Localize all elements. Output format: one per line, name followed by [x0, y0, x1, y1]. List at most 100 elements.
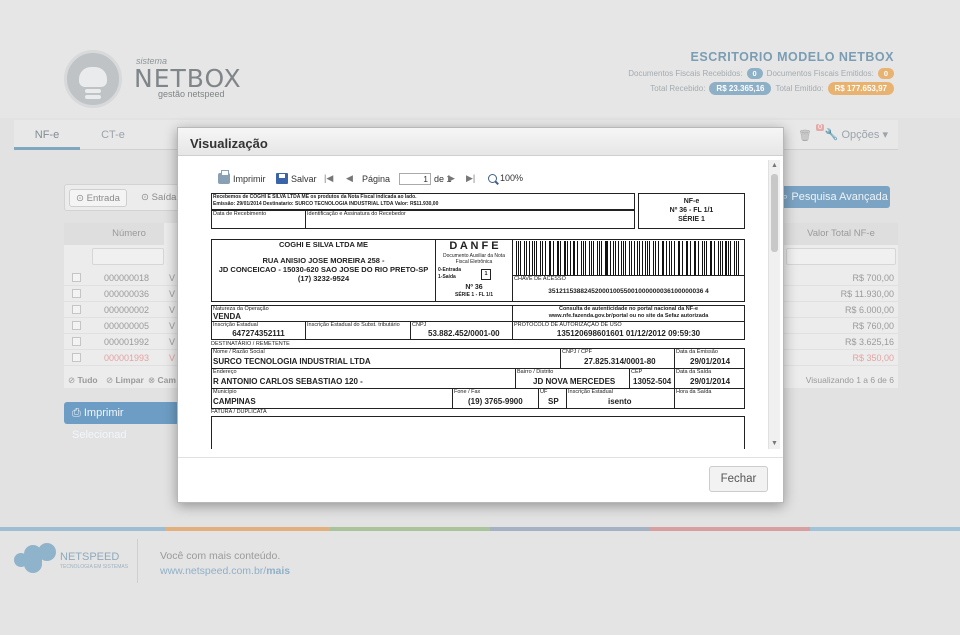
data-saida-value: 29/01/2014	[690, 377, 731, 386]
print-label: Imprimir	[233, 173, 266, 184]
row-valor: R$ 6.000,00	[844, 305, 894, 315]
row-numero: 000000036	[104, 289, 150, 299]
wrench-icon: 🔧	[824, 129, 839, 141]
col-select	[64, 223, 94, 245]
ie-dest-value: isento	[608, 397, 632, 406]
toggle-saida[interactable]: ⊙ Saída	[135, 189, 182, 207]
print-button[interactable]: Imprimir	[218, 170, 266, 184]
tab-cte[interactable]: CT-e	[80, 120, 146, 150]
ie-dest-label: Inscrição Estadual	[568, 389, 613, 395]
zoom-icon	[488, 173, 497, 183]
numero-filter-input[interactable]	[92, 248, 164, 265]
close-button[interactable]: Fechar	[709, 466, 768, 492]
page-input[interactable]: 1	[399, 173, 432, 185]
emitter-phone: (17) 3232-9524	[297, 274, 350, 283]
row-numero: 000001992	[104, 337, 150, 347]
row-checkbox[interactable]	[72, 321, 81, 330]
danfe-serie-fl: SÉRIE 1 - FL 1/1	[455, 292, 493, 298]
barcode-bar	[681, 241, 683, 275]
advanced-search-button[interactable]: ⌕ Pesquisa Avançada	[780, 186, 890, 208]
emitter-address2: JD CONCEICAO - 15030-620 SAO JOSE DO RIO…	[218, 265, 429, 274]
prev-page-icon: ◀	[346, 173, 353, 183]
toggle-entrada[interactable]: ⊙ Entrada	[69, 189, 127, 207]
total-received-label: Total Recebido:	[650, 84, 706, 93]
barcode-bar	[536, 241, 538, 275]
nfe-label: NF-e	[683, 198, 700, 205]
page-nav: Página 1 de 1	[362, 173, 452, 185]
row-checkbox[interactable]	[72, 337, 81, 346]
barcode-bar	[631, 241, 632, 275]
row-valor: R$ 760,00	[852, 321, 894, 331]
barcode-bar	[566, 241, 568, 275]
tudo-label: Tudo	[77, 375, 98, 385]
dest-cnpj-label: CNPJ / CPF	[562, 349, 592, 355]
last-page-button[interactable]: ▶|	[466, 173, 475, 184]
footer-divider	[137, 539, 138, 583]
barcode-bar	[593, 241, 595, 275]
scroll-thumb[interactable]	[771, 174, 778, 252]
row-checkbox[interactable]	[72, 353, 81, 362]
barcode-bar	[525, 241, 527, 275]
select-all-button[interactable]: ⊘ Tudo	[68, 375, 98, 386]
modal-header: Visualização	[178, 128, 783, 156]
trash-icon[interactable]: 🗑	[798, 129, 812, 143]
barcode-bar	[713, 241, 715, 275]
row-numero: 000000005	[104, 321, 150, 331]
options-menu[interactable]: 🔧 Opções ▾	[825, 120, 888, 150]
barcode-bar	[673, 241, 675, 275]
row-valor: R$ 700,00	[852, 273, 894, 283]
viewer-scrollbar[interactable]: ▲ ▼	[768, 160, 780, 449]
columns-button[interactable]: ⊗ Cam	[148, 375, 176, 386]
zoom-button[interactable]: 100%	[488, 173, 523, 183]
ie-value: 647274352111	[232, 329, 285, 338]
zoom-value: 100%	[500, 173, 524, 183]
col-numero[interactable]: Número	[94, 223, 164, 245]
clear-button[interactable]: ⊘ Limpar	[106, 375, 144, 386]
total-issued-value: R$ 177.653,97	[827, 82, 894, 95]
floppy-disk-icon	[276, 173, 288, 184]
bairro-label: Bairro / Distrito	[517, 369, 554, 375]
row-v: V	[169, 305, 176, 315]
prev-page-button[interactable]: ◀	[346, 173, 353, 184]
razao-value: SURCO TECNOLOGIA INDUSTRIAL LTDA	[213, 357, 371, 366]
netspeed-name: NETSPEED	[60, 551, 120, 563]
footer-link[interactable]: www.netspeed.com.br/mais	[160, 565, 290, 577]
chave-label: CHAVE DE ACESSO	[514, 276, 566, 282]
caret-down-icon: ▾	[882, 129, 888, 141]
netspeed-logo-icon	[14, 543, 58, 575]
print-selected-button[interactable]: ⎙ Imprimir Selecionad	[64, 402, 179, 441]
docs-issued-count: 0	[877, 68, 894, 79]
printer-icon: ⎙	[72, 407, 81, 419]
row-checkbox[interactable]	[72, 273, 81, 282]
consulta-line2: www.nfe.fazenda.gov.br/portal ou no site…	[548, 313, 709, 319]
modal-footer: Fechar	[178, 457, 783, 502]
row-valor: R$ 11.930,00	[840, 289, 894, 299]
row-checkbox[interactable]	[72, 305, 81, 314]
hora-saida-label: Hora da Saída	[676, 389, 712, 395]
total-received-value: R$ 23.365,16	[709, 82, 772, 95]
row-v: V	[169, 289, 176, 299]
ie-st-label: Inscrição Estadual do Subst. tributário	[307, 322, 400, 328]
scroll-up-icon[interactable]: ▲	[771, 162, 778, 169]
barcode-bar	[661, 241, 663, 275]
options-label: Opções	[841, 129, 880, 141]
scroll-down-icon[interactable]: ▼	[771, 440, 778, 447]
barcode-bar	[725, 241, 727, 275]
endereco-label: Endereço	[213, 369, 237, 375]
barcode-bar	[552, 241, 554, 275]
row-numero: 000000002	[104, 305, 150, 315]
row-checkbox[interactable]	[72, 289, 81, 298]
data-recebimento-label: Data de Recebimento	[213, 211, 267, 217]
save-button[interactable]: Salvar	[276, 173, 317, 184]
valor-filter-input[interactable]	[786, 248, 896, 265]
tab-nfe[interactable]: NF-e	[14, 120, 80, 150]
next-page-icon: ▶	[448, 173, 455, 183]
col-valor[interactable]: Valor Total NF-e	[784, 223, 898, 245]
barcode-bar	[617, 241, 619, 275]
first-page-button[interactable]: |◀	[324, 173, 333, 184]
row-v: V	[169, 353, 176, 363]
app-header: sistema NETBOX gestão netspeed ESCRITORI…	[0, 0, 960, 118]
clock-icon: ⊙	[76, 193, 84, 204]
visualizacao-modal: Visualização Imprimir Salvar |◀ ◀ Página…	[177, 127, 784, 503]
next-page-button[interactable]: ▶	[448, 173, 455, 184]
